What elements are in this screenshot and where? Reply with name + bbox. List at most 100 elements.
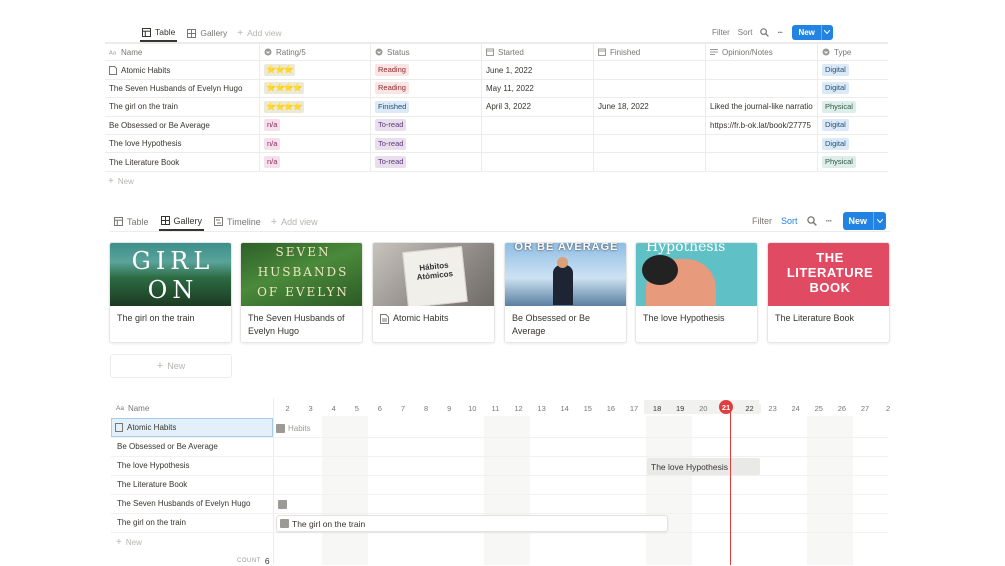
cell-name[interactable]: Atomic Habits — [105, 61, 260, 79]
more-icon[interactable]: ··· — [826, 216, 833, 226]
cell-rating[interactable]: n/a — [260, 153, 371, 171]
cell-name[interactable]: Be Obsessed or Be Average — [105, 116, 260, 134]
filter-button[interactable]: Filter — [752, 216, 772, 226]
cell-finished[interactable] — [594, 116, 706, 134]
cell-status[interactable]: To-read — [371, 134, 482, 153]
chevron-down-icon[interactable] — [820, 24, 833, 40]
cell-notes[interactable] — [706, 153, 818, 171]
table-row[interactable]: The Seven Husbands of Evelyn Hugo ⭐⭐⭐⭐ Rea… — [105, 79, 888, 99]
timeline-row[interactable]: Atomic Habits — [111, 418, 273, 437]
add-card-button[interactable]: + New — [110, 354, 232, 378]
cell-rating[interactable]: ⭐⭐⭐⭐ — [260, 79, 371, 98]
timeline-row[interactable]: Be Obsessed or Be Average — [111, 437, 273, 456]
table-row[interactable]: Atomic Habits ⭐⭐⭐ Reading June 1, 2022 Digit… — [105, 61, 888, 80]
gallery-card[interactable]: THE LITERATURE BOOK The Literature Book — [767, 242, 890, 343]
gallery-card[interactable]: OR BE AVERAGE Be Obsessed or Be Average — [504, 242, 627, 343]
cell-notes[interactable] — [706, 134, 818, 153]
cell-finished[interactable] — [594, 79, 706, 98]
timeline-row[interactable]: The Literature Book — [111, 475, 273, 494]
timeline-add-row[interactable]: + New — [116, 537, 142, 548]
timeline-day: 22 — [738, 404, 761, 413]
gallery-card[interactable]: Hábitos Atómicos Atomic Habits — [372, 242, 495, 343]
cell-type[interactable]: Physical — [818, 153, 888, 170]
cell-status[interactable]: Finished — [371, 98, 482, 116]
filter-button[interactable]: Filter — [712, 28, 730, 37]
cell-notes[interactable]: Liked the journal-like narratio — [706, 98, 818, 116]
table-row[interactable]: The Literature Book n/a To-read Physical — [105, 153, 888, 172]
table-row[interactable]: The love Hypothesis n/a To-read Digital — [105, 134, 888, 154]
cell-started[interactable] — [482, 116, 594, 134]
cell-notes[interactable]: https://fr.b-ok.lat/book/27775 — [706, 116, 818, 134]
cell-finished[interactable]: June 18, 2022 — [594, 98, 706, 116]
started-date: June 1, 2022 — [486, 65, 533, 75]
add-view-button[interactable]: + Add view — [237, 24, 281, 42]
sort-button[interactable]: Sort — [738, 28, 753, 37]
cell-name[interactable]: The Seven Husbands of Evelyn Hugo — [105, 79, 260, 98]
column-header-name[interactable]: Aa Name — [105, 44, 260, 61]
cell-notes[interactable] — [706, 79, 818, 98]
cell-status[interactable]: Reading — [371, 79, 482, 98]
column-header-started[interactable]: Started — [482, 44, 594, 61]
cell-started[interactable]: April 3, 2022 — [482, 98, 594, 116]
cell-rating[interactable]: n/a — [260, 116, 371, 134]
timeline-bar-love-hypothesis[interactable]: The love Hypothesis — [647, 458, 760, 475]
search-icon[interactable] — [806, 215, 817, 226]
person-head — [557, 257, 568, 268]
cell-notes[interactable] — [706, 61, 818, 79]
cell-type[interactable]: Digital — [818, 117, 888, 134]
column-header-notes[interactable]: Opinion/Notes — [706, 44, 818, 61]
table-row[interactable]: The girl on the train ⭐⭐⭐⭐ Finished April 3… — [105, 98, 888, 117]
add-view-button[interactable]: + Add view — [271, 212, 318, 231]
table-row[interactable]: Be Obsessed or Be Average n/a To-read https… — [105, 116, 888, 135]
today-line — [730, 412, 731, 565]
tab-table[interactable]: Table — [114, 212, 149, 231]
status-tag: To-read — [375, 156, 407, 169]
timeline-row[interactable]: The love Hypothesis — [111, 456, 273, 475]
cell-started[interactable] — [482, 153, 594, 171]
cell-finished[interactable] — [594, 134, 706, 153]
cell-type[interactable]: Physical — [818, 98, 888, 115]
search-icon[interactable] — [760, 27, 770, 37]
cell-rating[interactable]: ⭐⭐⭐ — [260, 61, 371, 79]
cell-name[interactable]: The girl on the train — [105, 98, 260, 116]
tab-gallery[interactable]: Gallery — [158, 212, 205, 231]
cell-status[interactable]: To-read — [371, 116, 482, 134]
table-icon — [142, 27, 151, 37]
cell-rating[interactable]: ⭐⭐⭐⭐ — [260, 98, 371, 116]
cell-started[interactable] — [482, 134, 594, 153]
row-name: The girl on the train — [109, 102, 178, 112]
cell-name[interactable]: The Literature Book — [105, 153, 260, 171]
column-header-type[interactable]: Type — [818, 44, 888, 60]
cell-status[interactable]: To-read — [371, 153, 482, 171]
cell-started[interactable]: June 1, 2022 — [482, 61, 594, 79]
column-header-rating[interactable]: Rating/5 — [260, 44, 371, 61]
cell-type[interactable]: Digital — [818, 135, 888, 152]
more-icon[interactable]: ··· — [777, 28, 783, 37]
column-header-status[interactable]: Status — [371, 44, 482, 61]
cell-name[interactable]: The love Hypothesis — [105, 134, 260, 153]
column-header-finished[interactable]: Finished — [594, 44, 706, 61]
gallery-card[interactable]: Hypothesis The love Hypothesis — [635, 242, 758, 343]
new-button[interactable]: New — [842, 211, 887, 230]
add-row-button[interactable]: + New — [105, 172, 888, 192]
gallery-card[interactable]: GIRL ON THE The girl on the train — [109, 242, 232, 343]
timeline-bar-girl-on-the-train[interactable]: The girl on the train — [276, 515, 668, 532]
tab-table[interactable]: Table — [140, 24, 178, 42]
cell-rating[interactable]: n/a — [260, 134, 371, 153]
cell-type[interactable]: Digital — [818, 61, 888, 78]
sort-button[interactable]: Sort — [781, 216, 798, 226]
new-button[interactable]: New — [792, 24, 833, 40]
tab-gallery[interactable]: Gallery — [187, 24, 227, 42]
timeline-bar-atomic-habits[interactable]: Habits — [276, 420, 311, 436]
chevron-down-icon[interactable] — [873, 211, 886, 230]
cell-started[interactable]: May 11, 2022 — [482, 79, 594, 98]
cell-finished[interactable] — [594, 153, 706, 171]
cell-status[interactable]: Reading — [371, 61, 482, 79]
gallery-card[interactable]: SEVEN HUSBANDS OF EVELYN HUGO The Seven … — [240, 242, 363, 343]
timeline-row[interactable]: The girl on the train — [111, 513, 273, 532]
timeline-row[interactable]: The Seven Husbands of Evelyn Hugo — [111, 494, 273, 513]
tab-timeline[interactable]: Timeline — [214, 212, 261, 231]
weekend-shade — [645, 416, 692, 565]
cell-finished[interactable] — [594, 61, 706, 79]
cell-type[interactable]: Digital — [818, 80, 888, 97]
